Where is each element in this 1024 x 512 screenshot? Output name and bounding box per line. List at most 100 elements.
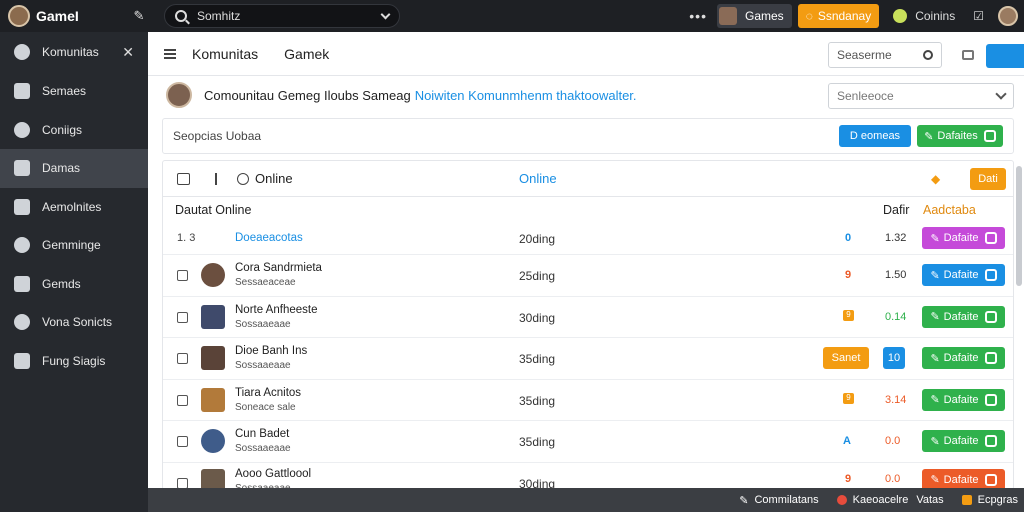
table-row[interactable]: Cun Badet Sossaaeaae 35ding A 0.0 ✎ Dafa… [163,421,1013,463]
row-checkbox[interactable] [177,477,188,489]
status-item-vatas[interactable]: Vatas [916,494,943,506]
toolbar-text: Seopcias Uobaa [173,129,262,143]
online-filter[interactable]: Online [237,171,293,186]
row-action-button[interactable]: ✎ Dafaite [922,347,1005,369]
controller-icon [14,121,30,138]
row-action-label: Dafaite [943,435,979,447]
online-column-title[interactable]: Online [519,171,557,186]
sidebar-item-damas[interactable]: Damas [0,149,148,188]
row-action-label: Dafaite [943,232,979,244]
wrench-icon: ✎ [930,474,940,486]
edit-icon[interactable]: ☑ [973,9,984,23]
app-logo[interactable]: GameI [8,5,108,27]
row-name[interactable]: Cora Sandrmieta [235,262,322,274]
row-name[interactable]: Doeaeacotas [235,232,303,244]
sidebar-item-coniigs[interactable]: Coniigs [0,111,148,150]
row-action-button[interactable]: ✎ Dafaite [922,227,1005,249]
sidebar-item-aemolnites[interactable]: Aemolnites [0,188,148,227]
sidebar-item-gemminge[interactable]: Gemminge [0,226,148,265]
row-count-label: 10 [887,352,901,364]
row-checkbox[interactable] [177,353,188,364]
row-action-button[interactable]: ✎ Dafaite [922,264,1005,286]
close-icon[interactable]: ✕ [122,44,134,61]
online-filter-label: Online [255,171,293,186]
filter-select-placeholder: Senleeoce [837,89,894,103]
sidebar: Komunitas ✕ Semaes Coniigs Damas Aemolni… [0,32,148,512]
chevron-down-icon[interactable] [380,9,391,20]
wrench-icon: ✎ [930,394,940,406]
row-name[interactable]: Cun Badet [235,428,289,440]
sidebar-item-komunitas[interactable]: Komunitas ✕ [0,32,148,72]
shop-button[interactable]: ◌ Ssndanay [797,4,880,28]
wrench-icon: ✎ [930,311,940,323]
user-tab-label: Games [745,9,784,23]
column-header-date[interactable]: Dafir [883,203,909,217]
row-count-badge[interactable]: 10 [883,347,905,369]
status-item-ecpgras[interactable]: Ecpgras [961,494,1018,506]
gamepad-icon [984,393,997,406]
table-row[interactable]: Cora Sandrmieta Sessaeaceae 25ding 9 1.5… [163,255,1013,297]
row-checkbox[interactable] [177,270,188,281]
intro-link[interactable]: Noiwiten Komunmhenm thaktoowalter. [415,88,637,103]
scrollbar[interactable] [1016,166,1022,286]
wrench-icon: ✎ [930,435,940,448]
row-tag-button[interactable]: Sanet [823,347,869,369]
sidebar-item-vona-sonicts[interactable]: Vona Sonicts [0,303,148,342]
row-number: 0.14 [885,310,907,323]
coin-icon [893,9,908,23]
user-tab[interactable]: Games [717,4,792,28]
coins-label: Coinins [915,9,956,23]
more-menu-button[interactable]: ••• [689,8,707,24]
table-row[interactable]: Dioe Banh Ins Sossaaeaae 35ding Sanet 10… [163,338,1013,380]
intro-text: Comounitau Gemeg Iloubs Sameag [204,87,411,103]
avatar [201,263,225,287]
wrench-icon[interactable]: ✎ [124,8,154,24]
wrench-icon: ✎ [930,232,940,245]
status-item-commilatans[interactable]: ✎ Commilatans [739,494,818,507]
select-all-checkbox[interactable] [177,172,190,185]
row-action-button[interactable]: ✎ Dafaite [922,305,1005,328]
header-search-input[interactable]: Seaserme [828,42,942,68]
profile-avatar[interactable] [998,6,1018,26]
toolbar-button-1[interactable]: D eomeas [839,125,911,147]
divider [215,172,217,185]
table-row[interactable]: Norte Anfheeste Sossaaeaae 30ding 9 0.14… [163,297,1013,338]
row-name[interactable]: Tiara Acnitos [235,387,301,399]
wrench-icon: ✎ [930,352,940,365]
sidebar-item-gemds[interactable]: Gemds [0,265,148,304]
status-icon: A [843,435,851,447]
table-row[interactable]: Tiara Acnitos Soneace sale 35ding 9 3.14… [163,380,1013,421]
status-icon: 9 [845,269,852,281]
row-name[interactable]: Aooo Gattloool [235,468,311,480]
row-action-button[interactable]: ✎ Dafaite [922,430,1005,452]
table-row[interactable]: 1. 3 Doeaeacotas 20ding 0 1.32 ✎ Dafaite [163,223,1013,255]
row-subtitle: Sessaeaceae [235,277,296,288]
sidebar-item-semaes[interactable]: Semaes [0,72,148,111]
square-icon [14,275,30,292]
status-item-kaeoacelre[interactable]: Kaeoacelre [836,494,908,506]
sidebar-item-label: Komunitas [42,45,99,59]
window-icon[interactable] [962,50,974,60]
page-subtitle[interactable]: Gamek [284,46,329,62]
row-action-button[interactable]: ✎ Dafaite [922,388,1005,411]
row-name[interactable]: Norte Anfheeste [235,304,317,316]
radio-icon [237,172,249,185]
table-head-button[interactable]: Dati [970,167,1006,190]
filter-select[interactable]: Senleeoce [828,83,1014,109]
row-name[interactable]: Dioe Banh Ins [235,345,307,357]
menu-icon[interactable] [164,48,176,59]
shop-button-label: Ssndanay [817,9,872,23]
row-number: 1.32 [885,232,907,244]
search-input[interactable]: Somhitz [164,4,400,28]
coins-display[interactable]: Coinins [893,9,955,23]
alert-icon [836,495,847,505]
primary-action-button[interactable] [986,44,1024,68]
row-checkbox[interactable] [177,436,188,447]
row-checkbox[interactable] [177,311,188,323]
toolbar-button-2[interactable]: ✎ Dafaites [917,125,1003,147]
search-icon [923,50,933,60]
row-checkbox[interactable] [177,394,188,406]
row-number: 1.50 [885,269,907,281]
sidebar-item-label: Gemminge [42,238,101,253]
sidebar-item-fung-siagis[interactable]: Fung Siagis [0,342,148,381]
